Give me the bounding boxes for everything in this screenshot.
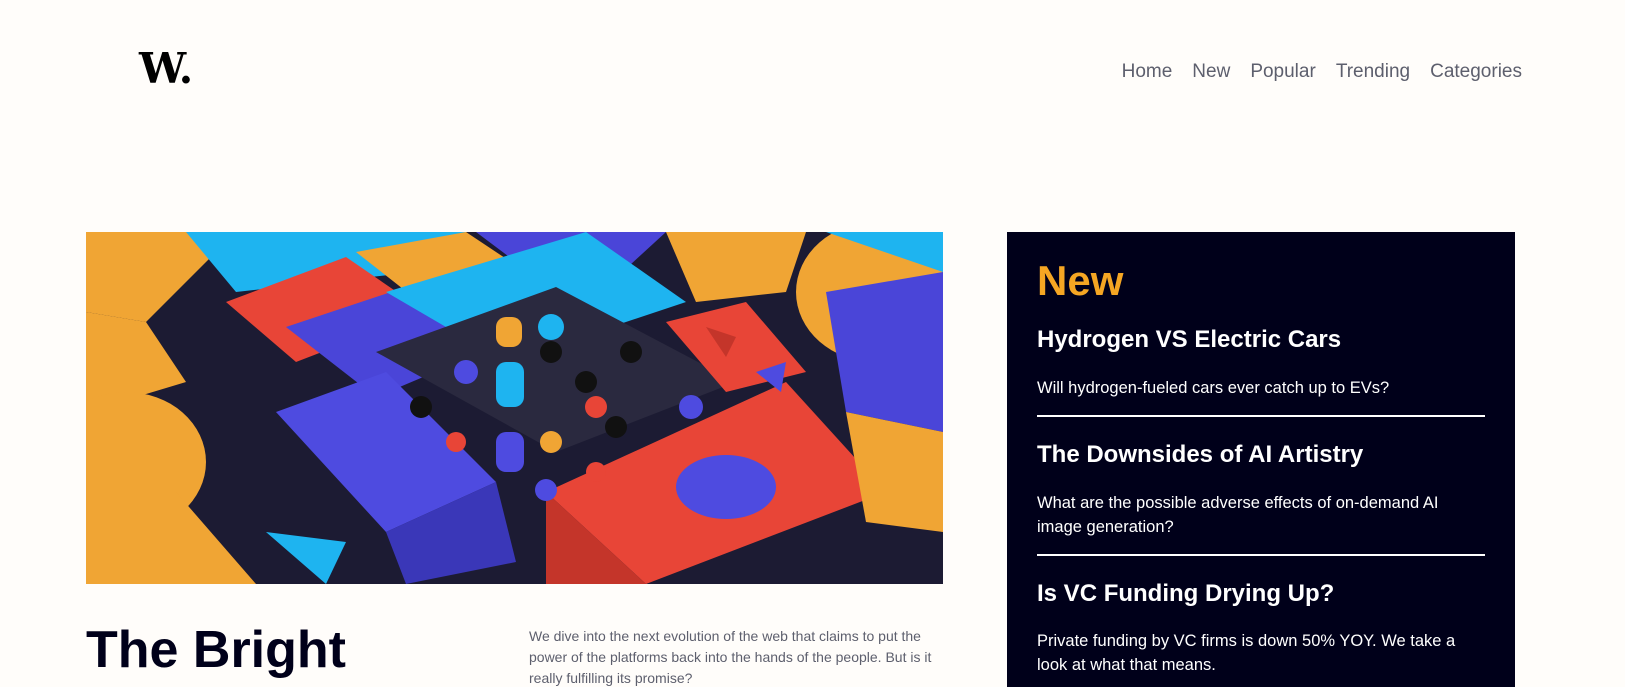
article-desc: Private funding by VC firms is down 50% … — [1037, 632, 1456, 675]
nav-popular[interactable]: Popular — [1250, 61, 1316, 83]
nav-trending[interactable]: Trending — [1336, 61, 1410, 83]
article-desc: Will hydrogen-fueled cars ever catch up … — [1037, 378, 1390, 397]
article-title[interactable]: The Downsides of AI Artistry — [1037, 441, 1485, 470]
main-nav: Home New Popular Trending Categories — [1122, 61, 1522, 83]
feature-headline[interactable]: The Bright — [86, 620, 346, 680]
list-item[interactable]: Is VC Funding Drying Up? Private funding… — [1037, 580, 1485, 678]
nav-home[interactable]: Home — [1122, 61, 1173, 83]
article-title[interactable]: Is VC Funding Drying Up? — [1037, 580, 1485, 609]
nav-new[interactable]: New — [1192, 61, 1230, 83]
sidebar-title: New — [1037, 257, 1124, 304]
article-title[interactable]: Hydrogen VS Electric Cars — [1037, 326, 1485, 355]
list-item[interactable]: The Downsides of AI Artistry What are th… — [1037, 441, 1485, 556]
divider — [1037, 553, 1485, 556]
nav-categories[interactable]: Categories — [1430, 61, 1522, 83]
hero-image[interactable] — [86, 232, 943, 584]
new-sidebar: New Hydrogen VS Electric Cars Will hydro… — [1007, 232, 1515, 687]
divider — [1037, 414, 1485, 417]
site-logo[interactable]: W. — [139, 44, 193, 93]
feature-lede: We dive into the next evolution of the w… — [529, 628, 932, 686]
list-item[interactable]: Hydrogen VS Electric Cars Will hydrogen-… — [1037, 326, 1485, 417]
abstract-blocks-illustration — [86, 232, 943, 584]
article-desc: What are the possible adverse effects of… — [1037, 493, 1439, 536]
